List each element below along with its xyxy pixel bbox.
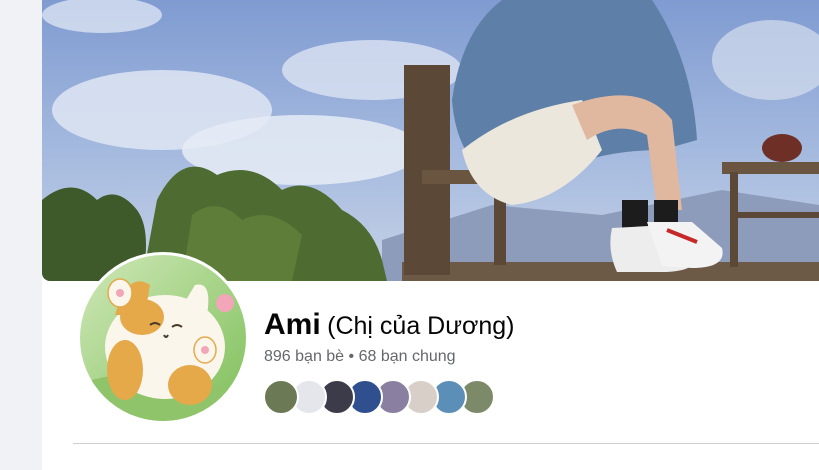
separator-dot: • [348, 348, 355, 365]
cat-avatar-image [80, 255, 246, 421]
profile-name: Ami [264, 308, 321, 341]
cover-photo-image [42, 0, 819, 281]
friends-summary: 896 bạn bè • 68 bạn chung [264, 348, 456, 366]
profile-nickname: (Chị của Dương) [327, 312, 515, 340]
mutual-friends-link[interactable]: 68 bạn chung [359, 348, 456, 365]
profile-name-row: Ami (Chị của Dương) [264, 308, 515, 342]
profile-avatar[interactable] [80, 255, 246, 421]
friends-count-link[interactable]: 896 bạn bè [264, 348, 344, 365]
profile-divider [73, 443, 819, 444]
mutual-friend-avatar[interactable] [263, 379, 299, 415]
cover-photo[interactable] [42, 0, 819, 281]
left-gutter [0, 0, 42, 470]
